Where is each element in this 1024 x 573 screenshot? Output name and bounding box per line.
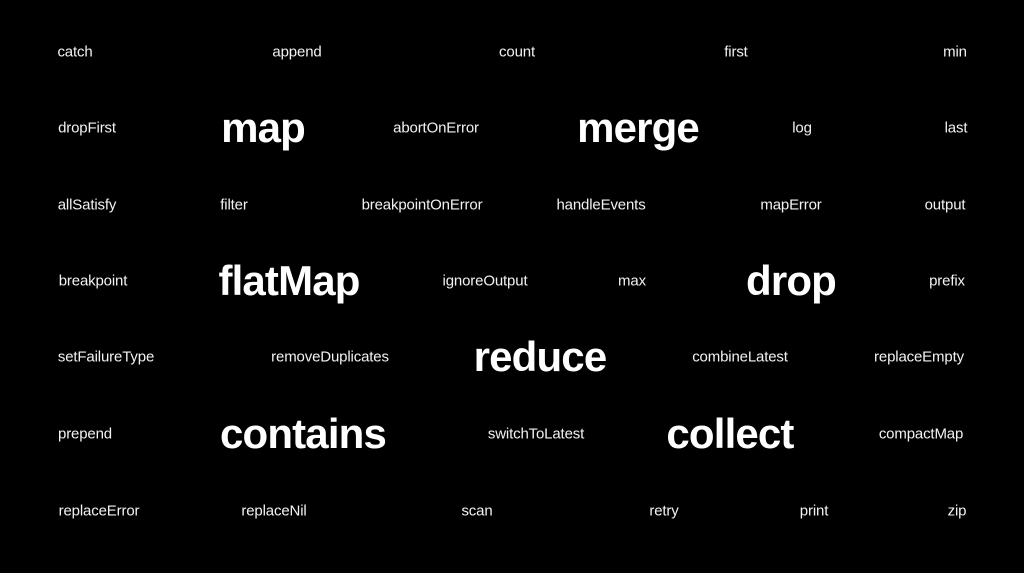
operator-word: prefix [929,272,965,290]
operator-word: min [943,43,967,61]
operator-word: handleEvents [556,196,646,214]
operator-word: setFailureType [57,348,155,366]
operator-word: catch [57,43,93,61]
operator-word: replaceError [58,502,140,520]
operator-word: allSatisfy [57,196,117,214]
operator-word: last [944,119,968,137]
operator-word: first [724,43,748,61]
operator-word: log [792,119,812,137]
operator-word: reduce [473,333,608,380]
operator-word: retry [649,502,679,520]
operator-word: output [924,196,966,214]
operator-word: scan [461,502,493,520]
operator-word: collect [666,410,794,457]
operator-word: merge [577,104,700,151]
operator-word: zip [947,502,967,520]
operator-word: replaceEmpty [874,348,964,366]
operator-word: replaceNil [241,502,307,520]
operator-word: abortOnError [393,119,479,137]
operator-word: combineLatest [692,348,788,366]
operator-word: max [618,272,646,290]
word-cloud-canvas: catch append count first min dropFirst map abor… [0,0,1024,573]
operator-word: switchToLatest [487,425,585,443]
operator-word: removeDuplicates [271,348,389,366]
operator-word: count [499,43,535,61]
operator-word: ignoreOutput [442,272,528,290]
operator-word: contains [220,410,387,457]
operator-word: mapError [760,196,822,214]
operator-word: print [799,502,829,520]
operator-word: breakpointOnError [361,196,483,214]
operator-word: drop [746,257,837,304]
operator-word: breakpoint [58,272,128,290]
operator-word: compactMap [878,425,964,443]
operator-word: append [272,43,322,61]
operator-word: dropFirst [58,119,116,137]
operator-word: prepend [58,425,112,443]
operator-word: map [221,104,306,151]
operator-word: flatMap [218,257,360,304]
operator-word: filter [220,196,248,214]
